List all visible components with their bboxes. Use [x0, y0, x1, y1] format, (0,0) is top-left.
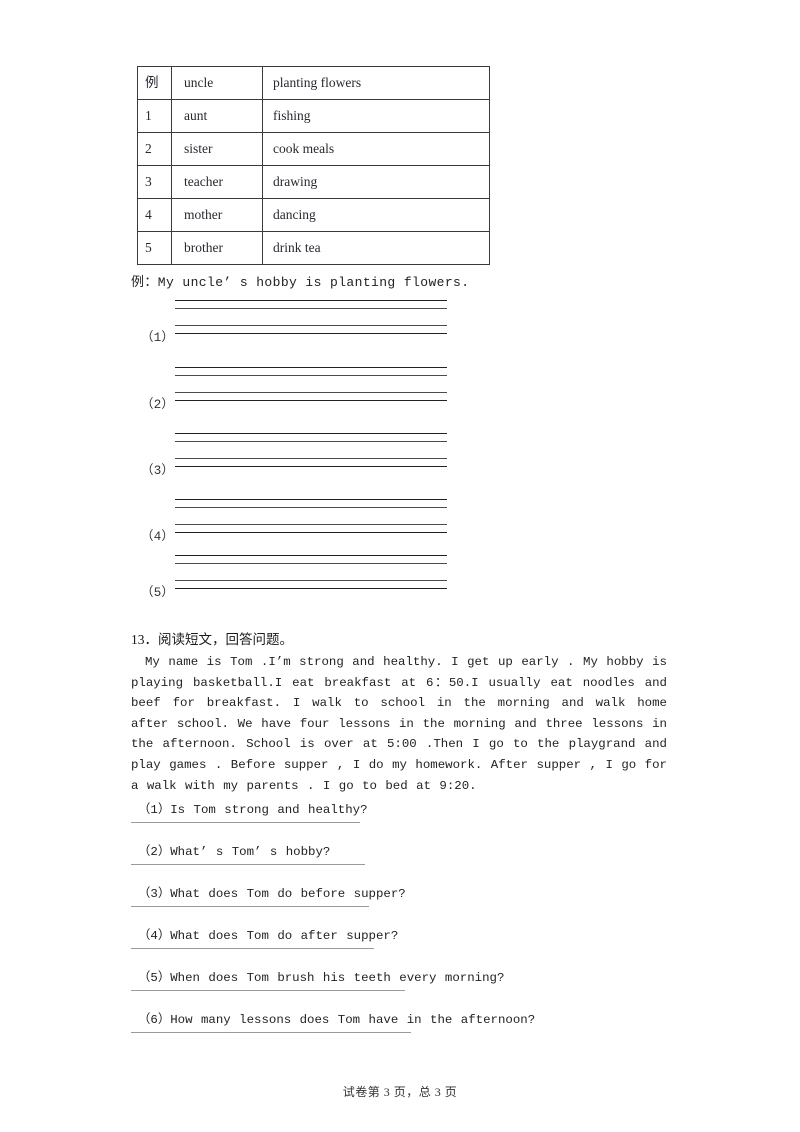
table-cell-hobby: drawing [262, 165, 490, 199]
answer-line[interactable] [131, 1032, 411, 1033]
table-cell-number: 5 [137, 231, 172, 265]
writing-line [175, 325, 447, 326]
writing-line [175, 524, 447, 525]
writing-line [175, 499, 447, 500]
writing-line [175, 308, 447, 309]
writing-line [175, 333, 447, 334]
writing-line [175, 375, 447, 376]
reading-passage: My name is Tom .I’m strong and healthy. … [131, 655, 667, 793]
table-cell-hobby: cook meals [262, 132, 490, 166]
table-cell-person: uncle [171, 66, 263, 100]
hobby-table: 例 uncle planting flowers 1 aunt fishing … [137, 66, 490, 265]
writing-group-3: （3） [0, 429, 800, 489]
table-cell-hobby: planting flowers [262, 66, 490, 100]
answer-line[interactable] [131, 864, 365, 865]
answer-line[interactable] [131, 822, 360, 823]
answer-line[interactable] [131, 990, 405, 991]
table-cell-number: 4 [137, 198, 172, 232]
question-text: （2）What’ s Tom’ s hobby? [138, 845, 331, 859]
table-row: 3 teacher drawing [137, 165, 490, 199]
writing-group-1: （1） [0, 296, 800, 356]
table-row: 1 aunt fishing [137, 99, 490, 133]
question-text: （6）How many lessons does Tom have in the… [138, 1013, 536, 1027]
writing-line [175, 563, 447, 564]
writing-line [175, 580, 447, 581]
writing-group-label: （5） [141, 586, 175, 600]
writing-line [175, 300, 447, 301]
writing-line [175, 367, 447, 368]
writing-group-label: （2） [141, 398, 175, 412]
table-cell-number: 1 [137, 99, 172, 133]
example-sentence: 例：My uncle’ s hobby is planting flowers. [131, 275, 470, 290]
writing-line [175, 392, 447, 393]
question-text: （3）What does Tom do before supper? [138, 887, 406, 901]
question-text: （5）When does Tom brush his teeth every m… [138, 971, 505, 985]
writing-line [175, 433, 447, 434]
table-row: 4 mother dancing [137, 198, 490, 232]
question-text: （1）Is Tom strong and healthy? [138, 803, 368, 817]
table-row: 5 brother drink tea [137, 231, 490, 265]
table-cell-number: 2 [137, 132, 172, 166]
writing-line [175, 458, 447, 459]
table-row: 例 uncle planting flowers [137, 66, 490, 100]
writing-line [175, 532, 447, 533]
table-cell-hobby: fishing [262, 99, 490, 133]
writing-group-label: （1） [141, 331, 175, 345]
writing-group-label: （4） [141, 530, 175, 544]
table-cell-hobby: dancing [262, 198, 490, 232]
writing-group-label: （3） [141, 464, 175, 478]
table-cell-person: aunt [171, 99, 263, 133]
writing-line [175, 466, 447, 467]
table-cell-person: brother [171, 231, 263, 265]
writing-group-2: （2） [0, 363, 800, 423]
writing-line [175, 400, 447, 401]
writing-group-5: （5） [0, 551, 800, 611]
answer-line[interactable] [131, 948, 374, 949]
section-13-heading: 13．阅读短文，回答问题。 [131, 632, 293, 647]
writing-group-4: （4） [0, 495, 800, 555]
table-cell-person: mother [171, 198, 263, 232]
table-cell-hobby: drink tea [262, 231, 490, 265]
answer-line[interactable] [131, 906, 369, 907]
page-footer: 试卷第 3 页，总 3 页 [342, 1085, 458, 1099]
table-cell-number: 3 [137, 165, 172, 199]
writing-line [175, 507, 447, 508]
table-row: 2 sister cook meals [137, 132, 490, 166]
table-cell-number: 例 [137, 66, 172, 100]
exam-page: 例 uncle planting flowers 1 aunt fishing … [0, 0, 800, 1132]
writing-line [175, 588, 447, 589]
hobby-table-body: 例 uncle planting flowers 1 aunt fishing … [137, 66, 490, 265]
writing-line [175, 441, 447, 442]
table-cell-person: sister [171, 132, 263, 166]
writing-line [175, 555, 447, 556]
question-text: （4）What does Tom do after supper? [138, 929, 399, 943]
table-cell-person: teacher [171, 165, 263, 199]
